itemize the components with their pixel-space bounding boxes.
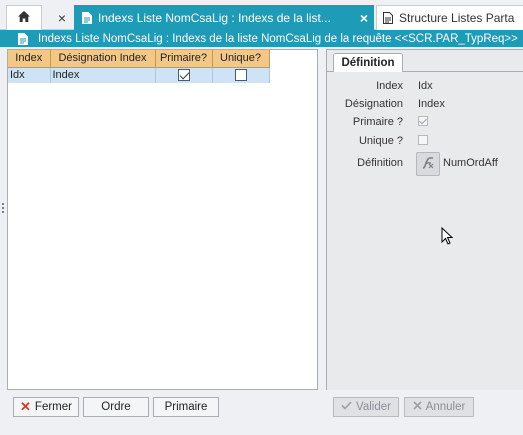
index-grid: Index Désignation Index Primaire? Unique…: [8, 50, 270, 83]
tab-close-icon[interactable]: ×: [354, 10, 374, 26]
designation-value: Index: [418, 98, 445, 110]
window-title-strip: Indexs Liste NomCsaLig : Indexs de la li…: [0, 30, 523, 47]
annuler-button[interactable]: Annuler: [404, 397, 474, 417]
splitter-handle[interactable]: [2, 203, 5, 217]
column-header-index[interactable]: Index: [8, 50, 51, 68]
definition-label: Définition: [357, 157, 403, 169]
primaire-label: Primaire ?: [352, 116, 403, 128]
unique-checkbox[interactable]: [234, 69, 247, 82]
detail-panel: Définition Index Idx Désignation Index P…: [326, 49, 523, 390]
annuler-label: Annuler: [425, 401, 466, 413]
cell-unique[interactable]: [212, 67, 270, 83]
index-label: Index: [376, 80, 403, 92]
index-value: Idx: [418, 80, 433, 92]
index-grid-panel: Index Désignation Index Primaire? Unique…: [7, 49, 318, 390]
table-row[interactable]: Idx Index: [8, 67, 270, 83]
tab-label: Structure Listes Parta: [399, 11, 515, 25]
unique-field: [418, 135, 428, 148]
column-header-designation[interactable]: Désignation Index: [50, 50, 156, 68]
close-icon[interactable]: ×: [52, 5, 72, 30]
designation-label: Désignation: [344, 98, 403, 110]
function-icon: [420, 155, 436, 174]
valider-label: Valider: [356, 401, 391, 413]
tab-definition[interactable]: Définition: [333, 53, 403, 72]
fermer-button[interactable]: ✕ Fermer: [13, 397, 79, 417]
cell-primaire[interactable]: [155, 67, 213, 83]
tab-indexs-liste[interactable]: Indexs Liste NomCsaLig : Indexs de la li…: [74, 5, 374, 30]
document-icon: [18, 32, 28, 45]
close-icon: ✕: [20, 399, 31, 414]
unique-checkbox-readonly: [418, 135, 428, 145]
valider-button[interactable]: Valider: [333, 397, 399, 417]
cell-index[interactable]: Idx: [8, 67, 51, 83]
check-icon: [341, 401, 352, 413]
home-icon: [17, 10, 31, 26]
ordre-button[interactable]: Ordre: [83, 397, 149, 417]
unique-label: Unique ?: [358, 135, 403, 147]
tab-home[interactable]: [6, 5, 42, 30]
document-icon: [383, 12, 393, 24]
mouse-cursor-icon: [441, 226, 454, 248]
primaire-checkbox-readonly: [418, 116, 428, 126]
cell-designation[interactable]: Index: [50, 67, 156, 83]
column-header-primaire[interactable]: Primaire?: [155, 50, 213, 68]
window: × Indexs Liste NomCsaLig : Indexs de la …: [0, 0, 523, 435]
fermer-label: Fermer: [34, 401, 72, 413]
column-header-unique[interactable]: Unique?: [212, 50, 270, 68]
tab-label: Indexs Liste NomCsaLig : Indexs de la li…: [98, 10, 331, 25]
primaire-checkbox[interactable]: [177, 69, 190, 82]
document-icon: [82, 11, 92, 24]
tab-structure-listes[interactable]: Structure Listes Parta: [376, 5, 523, 30]
primaire-field: [418, 116, 428, 129]
definition-picker-button[interactable]: [416, 152, 440, 176]
tab-bar: × Indexs Liste NomCsaLig : Indexs de la …: [0, 0, 523, 30]
definition-value: NumOrdAff: [443, 157, 498, 169]
primaire-button[interactable]: Primaire: [153, 397, 219, 417]
cancel-icon: [413, 401, 422, 413]
window-title: Indexs Liste NomCsaLig : Indexs de la li…: [38, 32, 518, 45]
